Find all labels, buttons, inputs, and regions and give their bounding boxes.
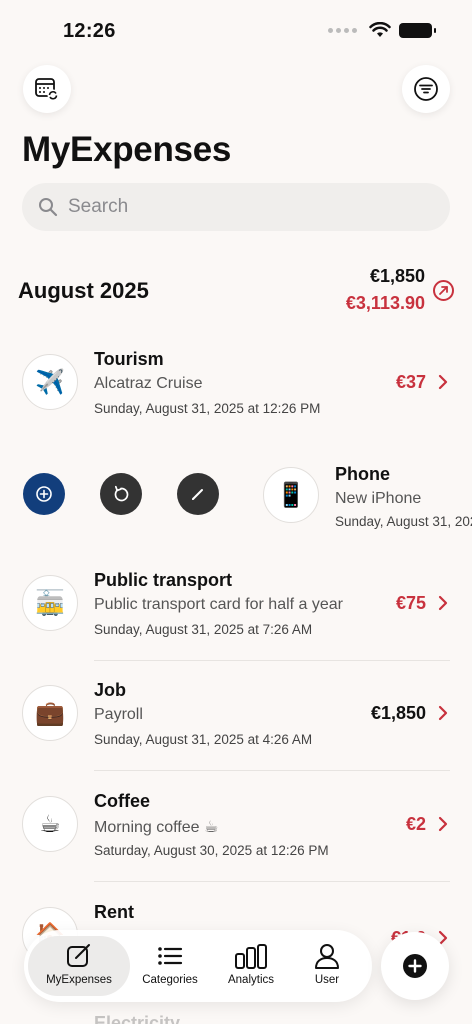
month-expense-total: €3,113.90 bbox=[345, 293, 425, 313]
transaction-row[interactable]: ✈️ Tourism Alcatraz Cruise Sunday, Augus… bbox=[22, 330, 450, 440]
edit-action-button[interactable] bbox=[177, 473, 219, 515]
expenses-edit-icon bbox=[67, 944, 90, 967]
category-emoji-icon: 📱 bbox=[263, 467, 319, 523]
transaction-row[interactable]: 🚋 Public transport Public transport card… bbox=[22, 551, 450, 661]
tab-user[interactable]: User bbox=[300, 936, 354, 996]
transaction-note: Alcatraz Cruise bbox=[94, 375, 203, 392]
tab-bar: MyExpenses Categories Analytics User bbox=[24, 930, 372, 1002]
add-expense-button[interactable] bbox=[381, 932, 449, 1000]
transaction-amount: €37 bbox=[395, 372, 426, 392]
add-icon bbox=[36, 486, 52, 502]
battery-icon bbox=[399, 22, 436, 38]
plus-icon bbox=[403, 954, 427, 978]
transaction-note: New iPhone bbox=[335, 490, 422, 507]
category-emoji-icon: 🚋 bbox=[22, 575, 78, 631]
category-emoji-icon: ☕ bbox=[22, 796, 78, 852]
transaction-note: Payroll bbox=[94, 706, 143, 723]
chevron-right-icon bbox=[438, 595, 448, 611]
bar-chart-icon bbox=[235, 944, 267, 969]
chevron-right-icon bbox=[438, 816, 448, 832]
undo-icon bbox=[114, 485, 129, 502]
signal-icon bbox=[328, 27, 357, 33]
search-icon bbox=[39, 198, 58, 217]
chevron-right-icon bbox=[438, 705, 448, 721]
month-details-button[interactable] bbox=[433, 280, 454, 301]
filter-icon bbox=[414, 77, 438, 101]
transaction-amount: €1,850 bbox=[370, 703, 426, 723]
tab-label: Categories bbox=[142, 974, 198, 986]
transaction-category: Coffee bbox=[94, 791, 151, 811]
transaction-category: Phone bbox=[335, 464, 391, 484]
list-icon bbox=[158, 947, 183, 965]
calendar-sync-icon bbox=[35, 78, 59, 101]
arrow-up-right-icon bbox=[439, 286, 448, 295]
undo-action-button[interactable] bbox=[100, 473, 142, 515]
transaction-amount: €2 bbox=[405, 814, 426, 834]
transaction-category: Job bbox=[94, 680, 127, 700]
tab-label: MyExpenses bbox=[46, 974, 112, 986]
transaction-date: Sunday, August 31, 2025 at 7:26 AM bbox=[94, 622, 313, 637]
transaction-category: Electricity bbox=[94, 1013, 181, 1024]
tab-label: Analytics bbox=[227, 974, 275, 986]
tab-myexpenses[interactable]: MyExpenses bbox=[28, 936, 130, 996]
status-time: 12:26 bbox=[63, 20, 116, 42]
search-input[interactable]: Search bbox=[22, 183, 450, 231]
search-placeholder: Search bbox=[68, 196, 129, 217]
chevron-right-icon bbox=[438, 374, 448, 390]
status-bar: 12:26 bbox=[0, 0, 472, 60]
wifi-icon bbox=[369, 22, 391, 37]
month-summary: August 2025 €1,850 €3,113.90 bbox=[18, 262, 458, 322]
page-title: MyExpenses bbox=[22, 130, 232, 169]
tab-label: User bbox=[314, 974, 340, 986]
transaction-date: Saturday, August 30, 2025 at 12:26 PM bbox=[94, 843, 329, 858]
add-action-button[interactable] bbox=[23, 473, 65, 515]
edit-icon bbox=[192, 489, 203, 500]
category-emoji-icon: 💼 bbox=[22, 685, 78, 741]
transaction-note: Morning coffee ☕ bbox=[94, 819, 219, 836]
filter-button[interactable] bbox=[402, 65, 450, 113]
transaction-date: Sunday, August 31, 2025 at 12:26 PM bbox=[94, 401, 321, 416]
month-title: August 2025 bbox=[18, 278, 149, 303]
transaction-category: Tourism bbox=[94, 349, 164, 369]
transaction-date: Sunday, August 31, 2025 at 4:26 AM bbox=[94, 732, 313, 747]
row-divider bbox=[94, 770, 450, 771]
tab-analytics[interactable]: Analytics bbox=[218, 936, 284, 996]
user-icon bbox=[315, 944, 339, 969]
status-icons bbox=[328, 22, 436, 38]
transaction-row-swiped[interactable]: 📱 Phone New iPhone Sunday, August 31, 20… bbox=[0, 440, 472, 550]
transaction-category: Public transport bbox=[94, 570, 233, 590]
row-divider bbox=[94, 881, 450, 882]
transaction-amount: €75 bbox=[395, 593, 426, 613]
transaction-note: Public transport card for half a year bbox=[94, 596, 344, 613]
transaction-category: Rent bbox=[94, 902, 134, 922]
transaction-row[interactable]: 💼 Job Payroll Sunday, August 31, 2025 at… bbox=[22, 661, 450, 771]
category-emoji-icon: ✈️ bbox=[22, 354, 78, 410]
transaction-row[interactable]: ☕ Coffee Morning coffee ☕ Saturday, Augu… bbox=[22, 772, 450, 882]
transaction-date: Sunday, August 31, 2025 bbox=[335, 514, 472, 529]
tab-categories[interactable]: Categories bbox=[136, 936, 204, 996]
month-income-total: €1,850 bbox=[369, 266, 425, 286]
calendar-sync-button[interactable] bbox=[23, 65, 71, 113]
